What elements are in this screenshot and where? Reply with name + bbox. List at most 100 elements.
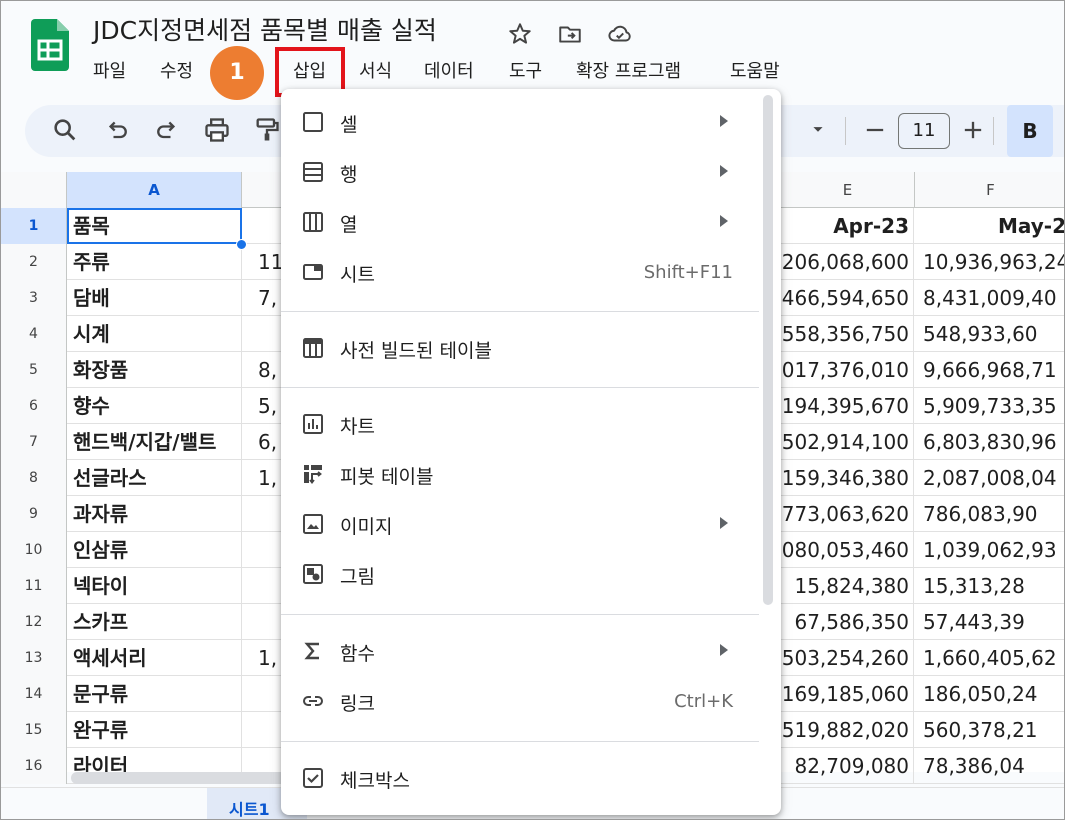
- row-header[interactable]: 10: [1, 532, 67, 568]
- row-header[interactable]: 11: [1, 568, 67, 604]
- row-header[interactable]: 1: [1, 208, 67, 244]
- font-dropdown-arrow-icon[interactable]: [807, 118, 829, 140]
- row-header[interactable]: 4: [1, 316, 67, 352]
- star-icon[interactable]: [507, 21, 533, 47]
- cell-e[interactable]: 194,395,670: [781, 388, 914, 424]
- print-icon[interactable]: [203, 116, 231, 144]
- cell-e[interactable]: 466,594,650: [781, 280, 914, 316]
- undo-icon[interactable]: [103, 116, 131, 144]
- decrease-font-size-icon[interactable]: [861, 116, 889, 144]
- cell-b[interactable]: 1,: [242, 640, 282, 676]
- cell-f[interactable]: May-2: [915, 208, 1064, 244]
- column-header-a[interactable]: A: [67, 172, 242, 208]
- select-all-corner[interactable]: [1, 172, 67, 208]
- cell-f[interactable]: 57,443,39: [915, 604, 1064, 640]
- insert-sheet-item[interactable]: 시트 Shift+F11: [281, 250, 761, 294]
- insert-pivot-table-item[interactable]: 피봇 테이블: [281, 452, 761, 496]
- insert-drawing-item[interactable]: 그림: [281, 552, 761, 596]
- insert-columns-item[interactable]: 열: [281, 200, 761, 244]
- cell-e[interactable]: Apr-23: [781, 208, 914, 244]
- insert-checkbox-item[interactable]: 체크박스: [281, 756, 761, 800]
- row-header[interactable]: 13: [1, 640, 67, 676]
- cell-e[interactable]: 773,063,620: [781, 496, 914, 532]
- menu-edit[interactable]: 수정: [160, 57, 193, 83]
- cell-f[interactable]: 2,087,008,04: [915, 460, 1064, 496]
- cloud-saved-icon[interactable]: [607, 21, 633, 47]
- cell-b[interactable]: [242, 604, 282, 640]
- cell-a[interactable]: 과자류: [67, 496, 242, 532]
- row-header[interactable]: 2: [1, 244, 67, 280]
- fill-handle[interactable]: [236, 239, 247, 250]
- cell-a[interactable]: 문구류: [67, 676, 242, 712]
- row-header[interactable]: 15: [1, 712, 67, 748]
- cell-f[interactable]: 5,909,733,35: [915, 388, 1064, 424]
- cell-f[interactable]: 8,431,009,40: [915, 280, 1064, 316]
- redo-icon[interactable]: [153, 116, 181, 144]
- cell-e[interactable]: 169,185,060: [781, 676, 914, 712]
- cell-b[interactable]: [242, 568, 282, 604]
- cell-b[interactable]: 1,: [242, 460, 282, 496]
- cell-f[interactable]: 1,039,062,93: [915, 532, 1064, 568]
- cell-e[interactable]: 503,254,260: [781, 640, 914, 676]
- cell-a[interactable]: 완구류: [67, 712, 242, 748]
- cell-a[interactable]: 담배: [67, 280, 242, 316]
- column-header-e[interactable]: E: [781, 172, 915, 208]
- cell-b[interactable]: [242, 496, 282, 532]
- insert-link-item[interactable]: 링크 Ctrl+K: [281, 679, 761, 723]
- bold-button[interactable]: B: [1007, 105, 1053, 157]
- cell-a[interactable]: 화장품: [67, 352, 242, 388]
- menu-file[interactable]: 파일: [93, 57, 126, 83]
- cell-b[interactable]: [242, 208, 282, 244]
- cell-f[interactable]: 560,378,21: [915, 712, 1064, 748]
- column-header-f[interactable]: F: [915, 172, 1064, 208]
- cell-f[interactable]: 78,386,04: [915, 748, 1064, 784]
- cell-f[interactable]: 6,803,830,96: [915, 424, 1064, 460]
- menu-scrollbar[interactable]: [763, 95, 773, 605]
- cell-b[interactable]: 5,: [242, 388, 282, 424]
- cell-e[interactable]: 519,882,020: [781, 712, 914, 748]
- cell-f[interactable]: 186,050,24: [915, 676, 1064, 712]
- cell-a[interactable]: 액세서리: [67, 640, 242, 676]
- cell-e[interactable]: 67,586,350: [781, 604, 914, 640]
- cell-a[interactable]: 스카프: [67, 604, 242, 640]
- font-size-input[interactable]: 11: [898, 113, 950, 149]
- increase-font-size-icon[interactable]: [959, 116, 987, 144]
- insert-chart-item[interactable]: 차트: [281, 402, 761, 446]
- cell-e[interactable]: 558,356,750: [781, 316, 914, 352]
- row-header[interactable]: 14: [1, 676, 67, 712]
- cell-e[interactable]: 080,053,460: [781, 532, 914, 568]
- row-header[interactable]: 6: [1, 388, 67, 424]
- cell-b[interactable]: 7,: [242, 280, 282, 316]
- cell-f[interactable]: 786,083,90: [915, 496, 1064, 532]
- row-header[interactable]: 3: [1, 280, 67, 316]
- insert-function-item[interactable]: 함수: [281, 629, 761, 673]
- cell-a[interactable]: 시계: [67, 316, 242, 352]
- cell-f[interactable]: 1,660,405,62: [915, 640, 1064, 676]
- document-title[interactable]: JDC지정면세점 품목별 매출 실적: [93, 11, 437, 47]
- cell-a[interactable]: 핸드백/지갑/밸트: [67, 424, 242, 460]
- insert-image-item[interactable]: 이미지: [281, 502, 761, 546]
- cell-a[interactable]: 인삼류: [67, 532, 242, 568]
- cell-e[interactable]: 159,346,380: [781, 460, 914, 496]
- cell-f[interactable]: 548,933,60: [915, 316, 1064, 352]
- menu-tools[interactable]: 도구: [509, 57, 542, 83]
- row-header[interactable]: 9: [1, 496, 67, 532]
- cell-f[interactable]: 15,313,28: [915, 568, 1064, 604]
- insert-rows-item[interactable]: 행: [281, 150, 761, 194]
- cell-a[interactable]: 넥타이: [67, 568, 242, 604]
- cell-f[interactable]: 9,666,968,71: [915, 352, 1064, 388]
- move-to-folder-icon[interactable]: [557, 21, 583, 47]
- menu-help[interactable]: 도움말: [730, 57, 780, 83]
- cell-e[interactable]: 82,709,080: [781, 748, 914, 784]
- cell-e[interactable]: 502,914,100: [781, 424, 914, 460]
- menu-extensions[interactable]: 확장 프로그램: [576, 57, 681, 83]
- cell-b[interactable]: 6,: [242, 424, 282, 460]
- row-header[interactable]: 12: [1, 604, 67, 640]
- row-header[interactable]: 7: [1, 424, 67, 460]
- horizontal-scrollbar[interactable]: [71, 772, 286, 784]
- cell-f[interactable]: 10,936,963,24: [915, 244, 1064, 280]
- cell-a[interactable]: 선글라스: [67, 460, 242, 496]
- cell-e[interactable]: 206,068,600: [781, 244, 914, 280]
- row-header[interactable]: 8: [1, 460, 67, 496]
- cell-b[interactable]: 8,: [242, 352, 282, 388]
